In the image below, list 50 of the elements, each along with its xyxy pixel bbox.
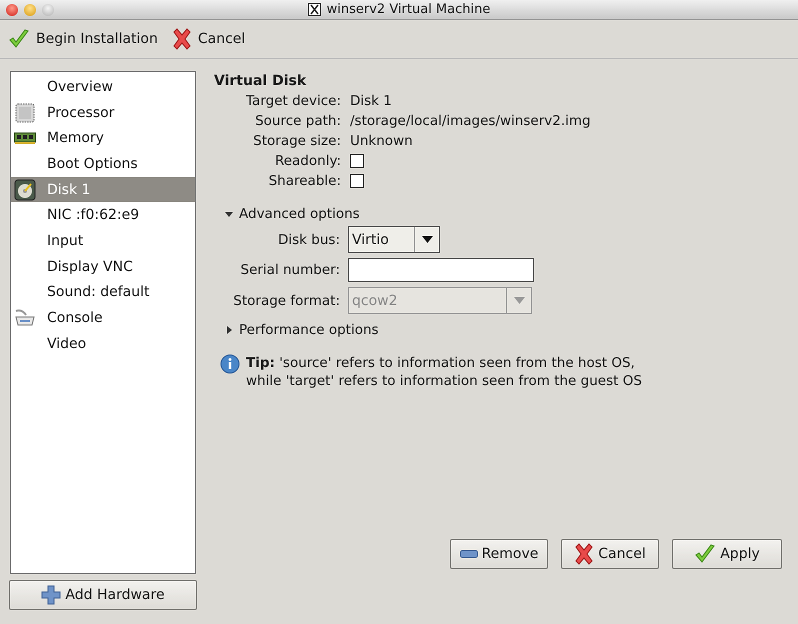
input-field[interactable]: [348, 258, 534, 282]
checkmark-icon: [694, 543, 716, 565]
chip-icon: [14, 102, 36, 124]
checkbox[interactable]: [350, 154, 364, 168]
cross-icon: [172, 28, 192, 50]
expander[interactable]: Advanced options: [224, 206, 788, 222]
cross-icon: [574, 543, 594, 565]
checkbox[interactable]: [350, 174, 364, 188]
checkmark-icon: [8, 28, 30, 50]
field-label: Shareable:: [268, 173, 341, 189]
close-button[interactable]: [6, 4, 18, 16]
expander[interactable]: Performance options: [224, 322, 788, 338]
dropdown-arrow-icon: [514, 297, 524, 304]
sidebar-item[interactable]: Memory: [11, 125, 195, 152]
serial-port-icon: [14, 309, 36, 328]
dropdown-arrow-icon: [422, 236, 432, 243]
tip-text: Tip: 'source' refers to information seen from the host OS, while 'target' refers to information seen from the guest OS: [246, 354, 642, 390]
sidebar-item[interactable]: Sound: default: [11, 280, 195, 306]
sidebar-item[interactable]: Input: [11, 228, 195, 254]
window-title: winserv2 Virtual Machine: [326, 2, 490, 17]
sidebar-item[interactable]: Video: [11, 330, 195, 357]
add-hardware-button[interactable]: Add Hardware: [9, 580, 197, 610]
dialog-button[interactable]: Apply: [672, 539, 782, 569]
dialog-button[interactable]: Cancel: [561, 539, 659, 569]
field-value: Disk 1: [350, 93, 392, 109]
plus-icon: [41, 585, 62, 605]
minus-icon: [460, 550, 478, 558]
field-label: Target device:: [246, 93, 341, 109]
dialog-button[interactable]: Remove: [450, 539, 548, 569]
dropdown[interactable]: Virtio: [348, 226, 440, 253]
field-label: Serial number:: [240, 262, 340, 278]
sidebar-item[interactable]: Display VNC: [11, 254, 195, 280]
memory-icon: [14, 132, 36, 144]
info-icon: [220, 354, 240, 374]
x-window-icon: [308, 3, 321, 16]
field-value: /storage/local/images/winserv2.img: [350, 113, 591, 129]
field-value: Unknown: [350, 133, 413, 149]
field-label: Readonly:: [274, 153, 341, 169]
sidebar-item[interactable]: Overview: [11, 74, 195, 100]
field-label: Storage format:: [233, 292, 340, 308]
section-title: Virtual Disk: [214, 73, 308, 89]
sidebar-item[interactable]: Boot Options: [11, 151, 195, 177]
toolbar-button[interactable]: Begin Installation: [6, 26, 160, 52]
sidebar-item[interactable]: Console: [11, 305, 195, 331]
toolbar-button[interactable]: Cancel: [170, 26, 248, 52]
sidebar-item[interactable]: NIC :f0:62:e9: [11, 202, 195, 228]
field-label: Storage size:: [253, 133, 341, 149]
sidebar-item[interactable]: Processor: [11, 100, 195, 126]
field-label: Source path:: [255, 113, 341, 129]
field-label: Disk bus:: [278, 232, 340, 248]
